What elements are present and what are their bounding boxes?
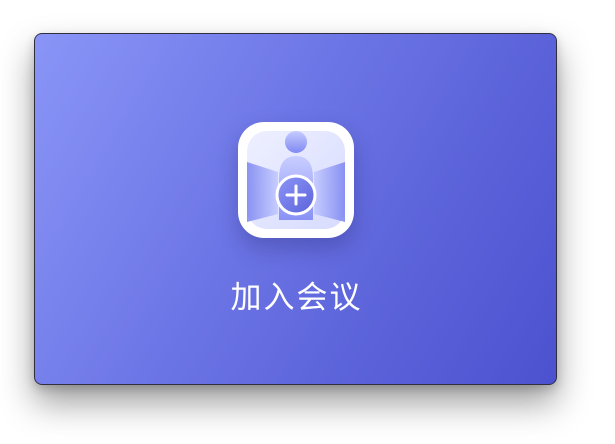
join-meeting-icon-graphic	[247, 131, 345, 229]
join-meeting-label: 加入会议	[230, 280, 363, 316]
join-meeting-card[interactable]: 加入会议	[34, 33, 557, 385]
join-meeting-icon	[238, 122, 354, 238]
page: 加入会议	[0, 0, 615, 444]
